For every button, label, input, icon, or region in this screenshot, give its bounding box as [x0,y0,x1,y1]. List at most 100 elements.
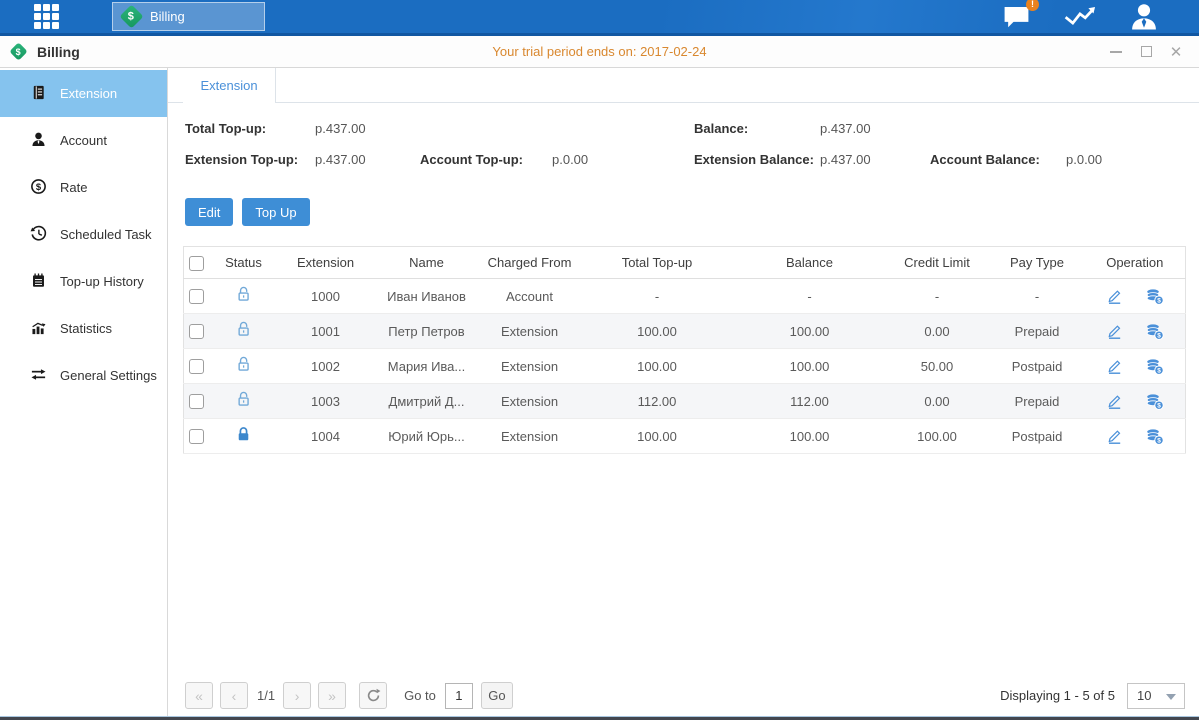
chart-icon[interactable] [1063,4,1097,29]
account-balance-value: p.0.00 [1066,152,1102,167]
history-clock-icon [30,225,47,245]
dollar-coin-icon: $ [30,178,47,198]
charged-from-cell: Extension [480,419,580,454]
credit-limit-cell: 50.00 [885,349,990,384]
first-page-button[interactable]: « [185,682,213,709]
sidebar-item-label: General Settings [60,368,157,383]
row-checkbox[interactable] [189,324,204,339]
row-checkbox[interactable] [189,394,204,409]
pay-type-cell: Postpaid [990,349,1085,384]
checkbox-cell [184,419,210,454]
user-icon[interactable] [1129,3,1159,30]
edit-icon[interactable] [1105,428,1123,445]
taskbar-item-label: Billing [150,9,185,24]
total-topup-value: p.437.00 [315,121,366,136]
sidebar-item-general-settings[interactable]: General Settings [0,352,167,399]
sidebar-item-rate[interactable]: $ Rate [0,164,167,211]
svg-text:$: $ [1157,297,1161,304]
pagination-bar: « ‹ 1/1 › » Go to Go Displaying 1 - 5 of… [183,682,1185,709]
credit-limit-cell: 100.00 [885,419,990,454]
close-icon[interactable]: ✕ [1169,45,1183,59]
extension-cell: 1000 [278,279,374,314]
edit-icon[interactable] [1105,358,1123,375]
locked-icon [235,426,252,443]
operation-cell: $ [1085,314,1186,349]
total-topup-cell: 100.00 [580,349,735,384]
sidebar-item-scheduled-task[interactable]: Scheduled Task [0,211,167,258]
prev-page-button[interactable]: ‹ [220,682,248,709]
checkbox-cell [184,384,210,419]
col-operation: Operation [1085,247,1186,279]
top-up-button[interactable]: Top Up [242,198,309,226]
select-all-checkbox[interactable] [189,256,204,271]
operation-cell: $ [1085,419,1186,454]
account-balance-label: Account Balance: [930,152,1066,167]
pay-type-cell: - [990,279,1085,314]
charged-from-cell: Extension [480,314,580,349]
app-launcher-grid-icon[interactable] [34,4,72,30]
maximize-icon[interactable] [1139,45,1153,59]
taskbar-item-billing[interactable]: $ Billing [112,2,265,31]
total-topup-cell: 112.00 [580,384,735,419]
tab-extension[interactable]: Extension [183,68,276,103]
extension-balance-value: p.437.00 [820,152,930,167]
top-up-coins-icon[interactable]: $ [1145,393,1164,410]
balance-cell: 112.00 [735,384,885,419]
row-checkbox[interactable] [189,289,204,304]
window-title-bar: $ Billing Your trial period ends on: 201… [0,36,1199,68]
sidebar-item-topup-history[interactable]: Top-up History [0,258,167,305]
extension-cell: 1004 [278,419,374,454]
name-cell: Дмитрий Д... [374,384,480,419]
pay-type-cell: Postpaid [990,419,1085,454]
last-page-button[interactable]: » [318,682,346,709]
charged-from-cell: Extension [480,349,580,384]
minimize-icon[interactable] [1109,45,1123,59]
col-name: Name [374,247,480,279]
balance-cell: - [735,279,885,314]
chevron-down-icon [1166,694,1176,700]
balance-cell: 100.00 [735,419,885,454]
go-button[interactable]: Go [481,682,513,709]
sidebar-item-account[interactable]: Account [0,117,167,164]
col-charged-from: Charged From [480,247,580,279]
edit-icon[interactable] [1105,323,1123,340]
top-up-coins-icon[interactable]: $ [1145,288,1164,305]
col-balance: Balance [735,247,885,279]
extension-topup-label: Extension Top-up: [185,152,315,167]
table-row: 1002Мария Ива...Extension100.00100.0050.… [184,349,1186,384]
extension-table-body: 1000Иван ИвановAccount----$1001Петр Петр… [184,279,1186,454]
total-topup-cell: 100.00 [580,419,735,454]
balance-value: p.437.00 [820,121,871,136]
account-topup-value: p.0.00 [552,152,588,167]
notification-badge: ! [1026,0,1039,11]
table-row: 1003Дмитрий Д...Extension112.00112.000.0… [184,384,1186,419]
checkbox-cell [184,314,210,349]
name-cell: Иван Иванов [374,279,480,314]
sidebar-item-extension[interactable]: Extension [0,70,167,117]
extension-cell: 1003 [278,384,374,419]
credit-limit-cell: - [885,279,990,314]
row-checkbox[interactable] [189,359,204,374]
checkbox-cell [184,279,210,314]
refresh-icon[interactable] [359,682,387,709]
edit-icon[interactable] [1105,288,1123,305]
next-page-button[interactable]: › [283,682,311,709]
col-pay-type: Pay Type [990,247,1085,279]
page-size-select[interactable]: 10 [1127,683,1185,709]
top-up-coins-icon[interactable]: $ [1145,358,1164,375]
trial-period-message: Your trial period ends on: 2017-02-24 [0,44,1199,59]
main-panel: Extension Total Top-up: p.437.00 Extensi… [168,68,1199,716]
row-checkbox[interactable] [189,429,204,444]
edit-icon[interactable] [1105,393,1123,410]
billing-diamond-icon: $ [9,42,27,60]
sidebar-item-label: Account [60,133,107,148]
goto-page-input[interactable] [445,683,473,709]
top-up-coins-icon[interactable]: $ [1145,428,1164,445]
sidebar-item-statistics[interactable]: Statistics [0,305,167,352]
window-title: Billing [37,44,80,60]
top-up-coins-icon[interactable]: $ [1145,323,1164,340]
col-total-topup: Total Top-up [580,247,735,279]
messages-icon[interactable]: ! [1002,4,1031,29]
edit-button[interactable]: Edit [185,198,233,226]
balance-label: Balance: [694,121,820,136]
